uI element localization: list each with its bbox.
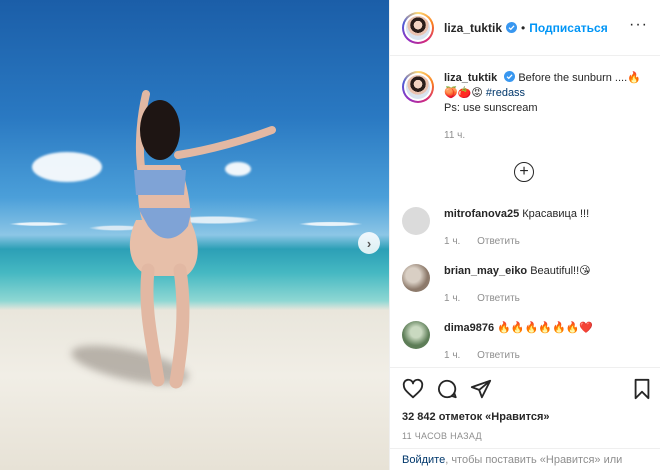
cloud bbox=[32, 152, 102, 182]
reply-button[interactable]: Ответить bbox=[477, 350, 520, 361]
login-prompt: Войдите, чтобы поставить «Нравится» или bbox=[390, 448, 660, 470]
post-timestamp: 11 часов назад bbox=[402, 431, 482, 441]
hashtag-link[interactable]: #redass bbox=[486, 87, 525, 99]
comment: dima9876 🔥🔥🔥🔥🔥🔥❤️ 1 ч. Ответить bbox=[402, 321, 593, 363]
load-more-comments-icon[interactable]: + bbox=[514, 162, 534, 182]
comment-time: 1 ч. bbox=[444, 236, 461, 247]
more-options-icon[interactable]: ··· bbox=[629, 17, 648, 33]
next-photo-button[interactable]: › bbox=[358, 232, 380, 254]
caption-time: 11 ч. bbox=[444, 130, 466, 141]
post-side-panel: liza_tuktik • Подписаться ··· liza_tukti… bbox=[389, 0, 660, 470]
comment-avatar[interactable] bbox=[402, 264, 430, 292]
reply-button[interactable]: Ответить bbox=[477, 293, 520, 304]
follow-button[interactable]: Подписаться bbox=[529, 21, 607, 35]
caption-ps: Ps: use sunscream bbox=[444, 102, 538, 114]
comment-username[interactable]: dima9876 bbox=[444, 322, 494, 334]
caption-text: Before the sunburn ....🔥 bbox=[518, 72, 641, 84]
post-header: liza_tuktik • Подписаться ··· bbox=[390, 0, 660, 56]
caption-avatar[interactable] bbox=[402, 71, 434, 103]
comment-time: 1 ч. bbox=[444, 293, 461, 304]
bookmark-icon[interactable] bbox=[632, 378, 652, 400]
post-caption: liza_tuktik Before the sunburn ....🔥 🍑🍅😡… bbox=[390, 57, 660, 143]
comment-avatar[interactable] bbox=[402, 321, 430, 349]
caption-emojis: 🍑🍅😡 bbox=[444, 87, 486, 99]
caption-username[interactable]: liza_tuktik bbox=[444, 72, 497, 84]
comment-avatar[interactable] bbox=[402, 207, 430, 235]
post-photo[interactable]: › bbox=[0, 0, 389, 470]
reply-button[interactable]: Ответить bbox=[477, 236, 520, 247]
comment-username[interactable]: mitrofanova25 bbox=[444, 208, 519, 220]
comment: mitrofanova25 Красавица !!! 1 ч. Ответит… bbox=[402, 207, 589, 249]
author-username[interactable]: liza_tuktik bbox=[444, 21, 502, 35]
action-icons-row bbox=[402, 376, 652, 404]
likes-count[interactable]: 32 842 отметок «Нравится» bbox=[402, 411, 649, 423]
woman-figure bbox=[129, 90, 276, 389]
comment-time: 1 ч. bbox=[444, 350, 461, 361]
comment-text: Красавица !!! bbox=[522, 208, 590, 220]
comment-username[interactable]: brian_may_eiko bbox=[444, 265, 527, 277]
comment-text: Beautiful!!😘 bbox=[530, 265, 591, 277]
comment-icon[interactable] bbox=[436, 378, 458, 400]
post-actions: 32 842 отметок «Нравится» 11 часов назад bbox=[390, 367, 660, 441]
author-avatar[interactable] bbox=[402, 11, 434, 44]
verified-badge-icon bbox=[504, 71, 516, 82]
login-prompt-text: , чтобы поставить «Нравится» или bbox=[445, 454, 623, 466]
comment-text: 🔥🔥🔥🔥🔥🔥❤️ bbox=[497, 322, 594, 334]
share-icon[interactable] bbox=[470, 378, 492, 400]
verified-badge-icon bbox=[506, 22, 518, 33]
separator-dot: • bbox=[521, 20, 526, 35]
chevron-right-icon: › bbox=[366, 235, 372, 251]
caption-body: liza_tuktik Before the sunburn ....🔥 🍑🍅😡… bbox=[444, 71, 641, 143]
comments-section[interactable]: liza_tuktik Before the sunburn ....🔥 🍑🍅😡… bbox=[390, 57, 660, 367]
login-link[interactable]: Войдите bbox=[402, 454, 445, 466]
heart-icon[interactable] bbox=[402, 378, 424, 400]
comment: brian_may_eiko Beautiful!!😘 1 ч. Ответит… bbox=[402, 264, 591, 306]
